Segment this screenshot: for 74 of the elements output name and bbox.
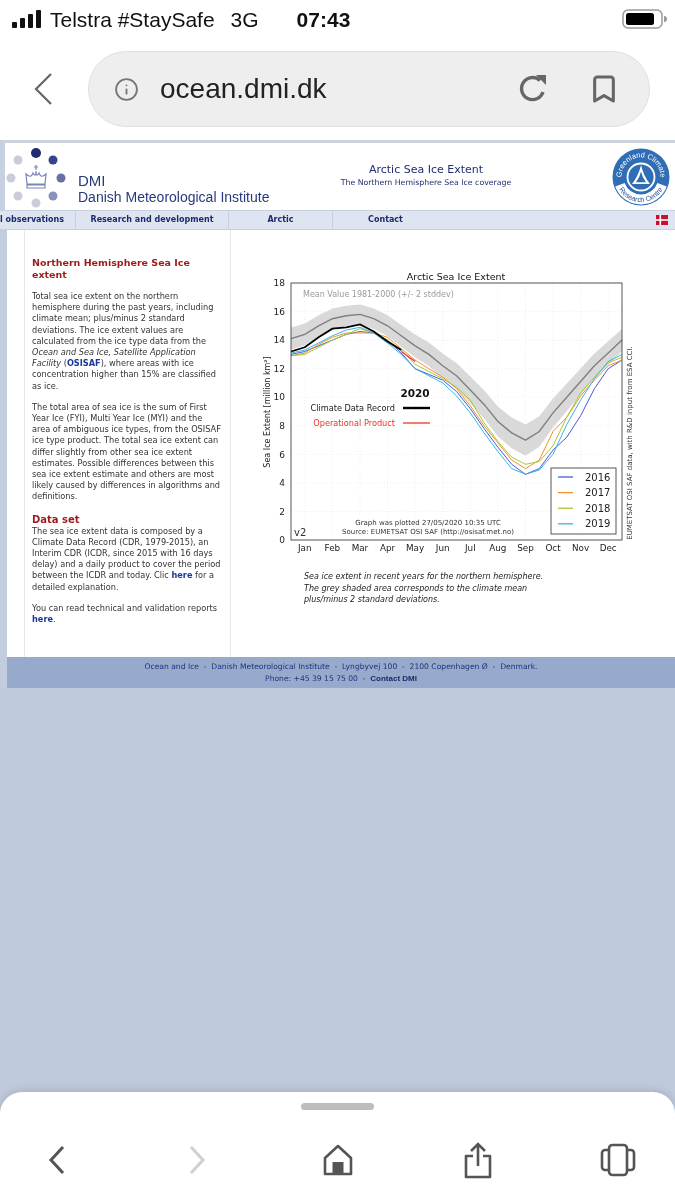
y-tick-label: 12: [273, 363, 285, 374]
x-tick-label: Feb: [324, 543, 341, 553]
y-tick-label: 6: [279, 449, 285, 460]
tabs-icon: [600, 1143, 636, 1177]
drag-handle[interactable]: [301, 1103, 374, 1110]
y-tick-label: 10: [273, 392, 285, 403]
legend-line-icon: [557, 476, 574, 478]
paragraph: Total sea ice extent on the northern hemisphere during the past years, including climate mean; plus/minus 2 standard deviations. The ice extent values are calculated from the ice type data from the Ocean and Sea Ice, Satellite Application Facility (OSISAF), where areas with ice concentration higher than 15% are classified as ice.: [32, 291, 217, 392]
version-label: v2: [294, 527, 307, 538]
y-tick-label: 8: [279, 421, 285, 431]
chevron-left-icon: [33, 72, 53, 106]
share-icon: [462, 1141, 493, 1179]
chevron-right-icon: [188, 1145, 207, 1175]
x-tick-label: Oct: [545, 543, 561, 553]
y-axis-label: Sea Ice Extent [million km²]: [262, 356, 272, 468]
home-icon: [322, 1144, 353, 1176]
y-tick-label: 0: [279, 535, 285, 546]
legend-title: 2020: [400, 387, 430, 399]
legend-line-icon: [403, 406, 430, 410]
mean-label: Mean Value 1981-2000 (+/- 2 stddev): [303, 290, 454, 299]
text-link[interactable]: here: [171, 570, 193, 581]
network-type: 3G: [230, 8, 259, 30]
emblem-drawing: [612, 148, 670, 205]
legend-line-icon: [557, 507, 574, 509]
legend-label: Climate Data Record: [310, 403, 395, 413]
address-bar[interactable]: ocean.dmi.dk: [88, 51, 650, 127]
legend-label: 2018: [585, 502, 611, 514]
page-title: Arctic Sea Ice Extent: [368, 163, 484, 177]
site-name: Danish Meteorological Institute: [78, 189, 271, 206]
section-heading: Data set: [32, 512, 81, 526]
legend-label: Operational Product: [313, 418, 395, 428]
nav-link[interactable]: l observations: [0, 216, 64, 224]
contact-link[interactable]: Contact DMI: [370, 672, 417, 684]
flag-icon: [656, 215, 668, 225]
y-tick-label: 2: [279, 506, 285, 517]
battery-icon: [622, 9, 668, 29]
x-tick-label: May: [406, 543, 425, 553]
site-short-name: DMI: [78, 172, 107, 189]
clock-time: 07:43: [296, 8, 351, 30]
legend-label: 2017: [585, 487, 611, 499]
x-tick-label: Dec: [599, 543, 617, 553]
paragraph: You can read technical and validation reports here.: [32, 602, 219, 626]
url-text: ocean.dmi.dk: [160, 75, 327, 103]
x-tick-label: Jan: [298, 543, 312, 553]
x-tick-label: Mar: [351, 543, 369, 553]
x-tick-label: Jul: [465, 543, 476, 553]
legend-label: 2019: [585, 518, 611, 530]
legend-line-icon: [402, 422, 431, 424]
y-tick-label: 16: [273, 306, 285, 317]
paragraph: The total area of sea ice is the sum of First Year Ice (FYI), Multi Year Ice (MYI) and the area of ambiguous ice types, from the OSISAF ice type product. The total sea ice extent can differ slightly from other sea ice extent estimates. Possible differences between this sea ice extent estimate and others are most likely caused by differences in algorithms and definitions.: [32, 401, 222, 503]
signal-icon: [12, 10, 42, 28]
legend-line-icon: [557, 491, 574, 494]
section-title: Northern Hemisphere Sea Ice extent: [32, 257, 191, 281]
legend-label: 2016: [585, 471, 611, 483]
x-tick-label: Jun: [435, 543, 450, 553]
y-tick-label: 18: [273, 278, 285, 289]
carrier-name: Telstra #StaySafe: [50, 8, 215, 30]
legend-box: [550, 467, 617, 535]
y-tick-label: 14: [273, 335, 285, 346]
nav-link[interactable]: Research and development: [90, 216, 214, 224]
nav-link[interactable]: Arctic: [267, 216, 294, 224]
figure-caption: Sea ice extent in recent years for the northern hemisphere. The grey shaded area corresponds to the climate mean plus/minus 2 standard deviations.: [304, 571, 545, 606]
x-tick-label: Sep: [517, 543, 534, 553]
legend-line-icon: [557, 523, 574, 525]
chevron-left-icon: [48, 1145, 66, 1175]
chart-title: Arctic Sea Ice Extent: [406, 271, 506, 282]
x-tick-label: Aug: [489, 543, 507, 553]
x-tick-label: Apr: [379, 543, 396, 553]
nav-link[interactable]: Contact: [368, 216, 403, 224]
x-tick-label: Nov: [572, 543, 590, 553]
text-link[interactable]: here: [32, 614, 53, 625]
y-tick-label: 4: [279, 478, 285, 489]
paragraph: The sea ice extent data is composed by a Climate Data Record (CDR, 1979-2015), an Interim CDR (ICDR, since 2015 with 16 days delay) and a daily product to cover the period between the ICDR and today. Clic here for a detailed explanation.: [32, 525, 222, 593]
info-icon: [114, 76, 139, 102]
